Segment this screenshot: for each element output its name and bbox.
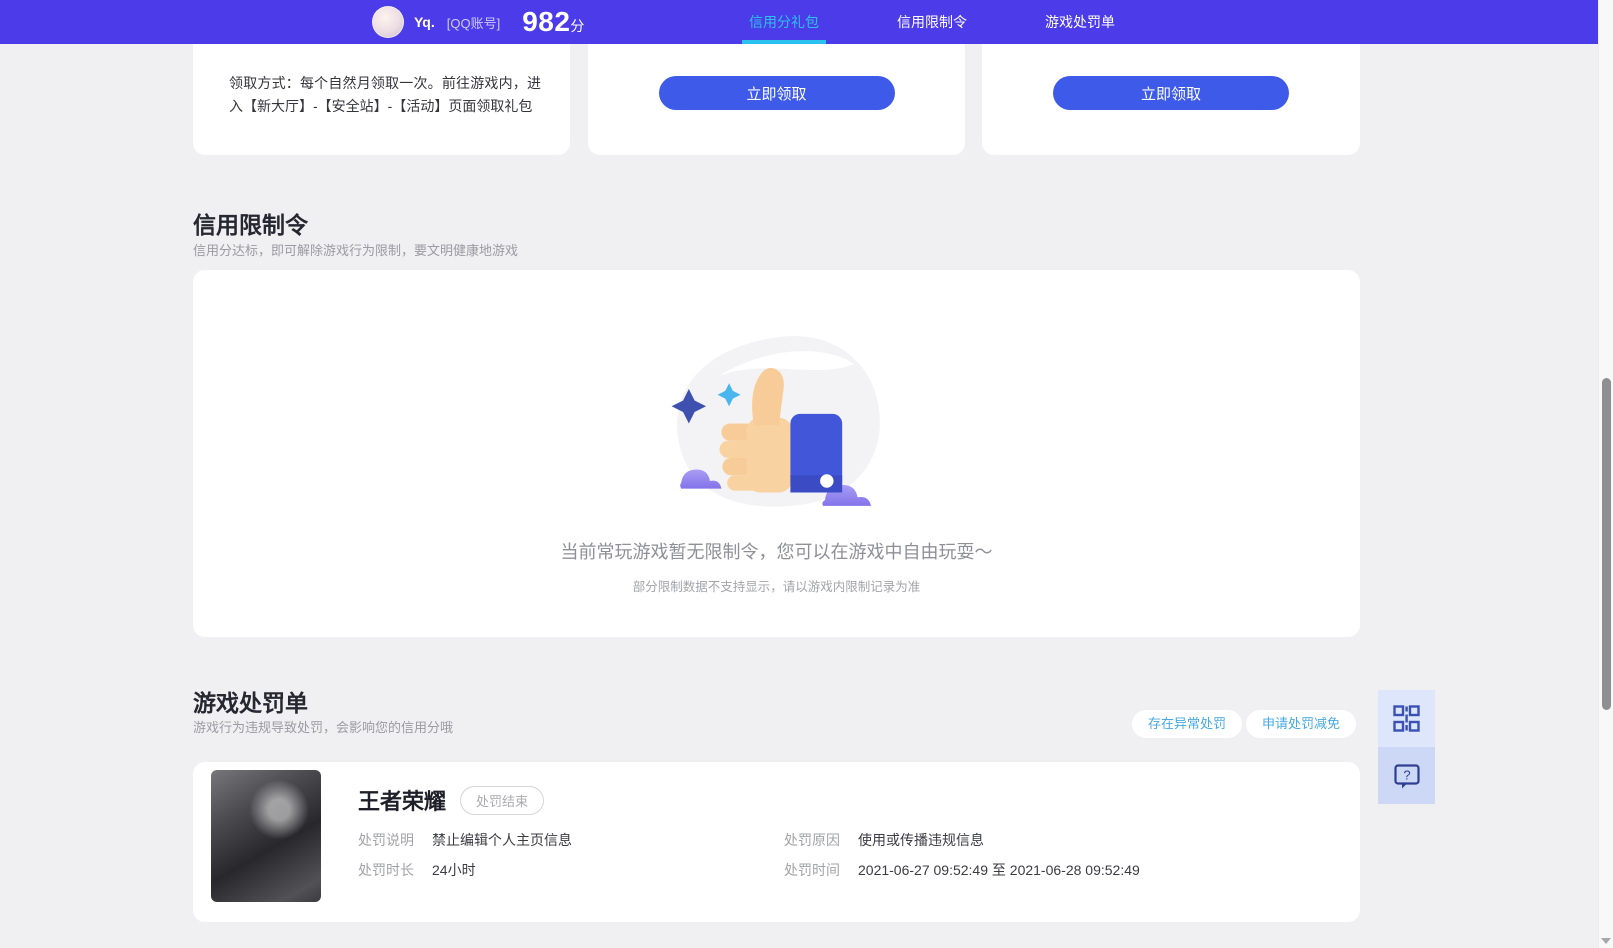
vertical-scrollbar[interactable]: [1598, 0, 1613, 948]
penalty-record-card: 王者荣耀 处罚结束 处罚说明 禁止编辑个人主页信息 处罚原因 使用或传播违规信息 处…: [193, 762, 1360, 922]
account-type: [QQ账号]: [446, 15, 501, 31]
nav-tabs: 信用分礼包 信用限制令 游戏处罚单: [710, 0, 1154, 44]
claim-gift-button[interactable]: 立即领取: [1053, 76, 1289, 110]
tab-game-penalty[interactable]: 游戏处罚单: [1006, 0, 1154, 44]
user-summary: Yq. [QQ账号] 982分: [372, 0, 585, 44]
tab-credit-gift[interactable]: 信用分礼包: [710, 0, 858, 44]
restriction-empty-card: 当前常玩游戏暂无限制令，您可以在游戏中自由玩耍～ 部分限制数据不支持显示，请以游…: [193, 270, 1360, 637]
restriction-section-title: 信用限制令: [193, 212, 308, 238]
credit-page: 领取方式：每个自然月领取一次。前往游戏内，进入【新大厅】-【安全站】-【活动】页…: [0, 0, 1613, 948]
penalty-field-duration: 处罚时长 24小时: [358, 862, 476, 878]
help-bubble-icon: ?: [1393, 763, 1420, 788]
avatar[interactable]: [372, 6, 404, 38]
help-button[interactable]: ?: [1378, 747, 1435, 804]
penalty-section-subtitle: 游戏行为违规导致处罚，会影响您的信用分哦: [193, 720, 454, 735]
scrollbar-down-arrow[interactable]: [1601, 938, 1611, 944]
qr-code-button[interactable]: [1378, 690, 1435, 747]
gift-claim-instructions: 领取方式：每个自然月领取一次。前往游戏内，进入【新大厅】-【安全站】-【活动】页…: [229, 75, 541, 114]
penalty-reduction-link[interactable]: 申请处罚减免: [1246, 710, 1357, 738]
credit-score: 982分: [522, 6, 585, 37]
game-name: 王者荣耀: [358, 789, 447, 814]
penalty-section-title: 游戏处罚单: [193, 690, 308, 716]
claim-gift-button[interactable]: 立即领取: [658, 76, 895, 110]
restriction-empty-note: 部分限制数据不支持显示，请以游戏内限制记录为准: [632, 580, 921, 594]
abnormal-penalty-link[interactable]: 存在异常处罚: [1132, 710, 1243, 738]
floating-toolbar: ?: [1378, 690, 1435, 804]
penalty-field-reason: 处罚原因 使用或传播违规信息: [784, 832, 984, 848]
penalty-field-description: 处罚说明 禁止编辑个人主页信息: [358, 832, 572, 848]
scrollbar-thumb[interactable]: [1602, 378, 1611, 710]
thumbs-up-illustration: [671, 335, 880, 507]
restriction-section-subtitle: 信用分达标，即可解除游戏行为限制，要文明健康地游戏: [193, 243, 519, 258]
credit-score-unit: 分: [570, 18, 585, 34]
restriction-empty-message: 当前常玩游戏暂无限制令，您可以在游戏中自由玩耍～: [560, 542, 993, 562]
svg-text:?: ?: [1403, 767, 1410, 782]
user-name: Yq.: [414, 14, 435, 30]
penalty-status-badge: 处罚结束: [460, 785, 545, 815]
game-thumbnail: [211, 770, 321, 902]
penalty-field-time: 处罚时间 2021-06-27 09:52:49 至 2021-06-28 09:…: [784, 862, 1140, 878]
tab-credit-restriction[interactable]: 信用限制令: [858, 0, 1006, 44]
active-tab-underline: [742, 40, 826, 44]
top-nav-bar: Yq. [QQ账号] 982分 信用分礼包 信用限制令 游戏处罚单: [0, 0, 1613, 44]
qr-code-icon: [1393, 705, 1420, 732]
